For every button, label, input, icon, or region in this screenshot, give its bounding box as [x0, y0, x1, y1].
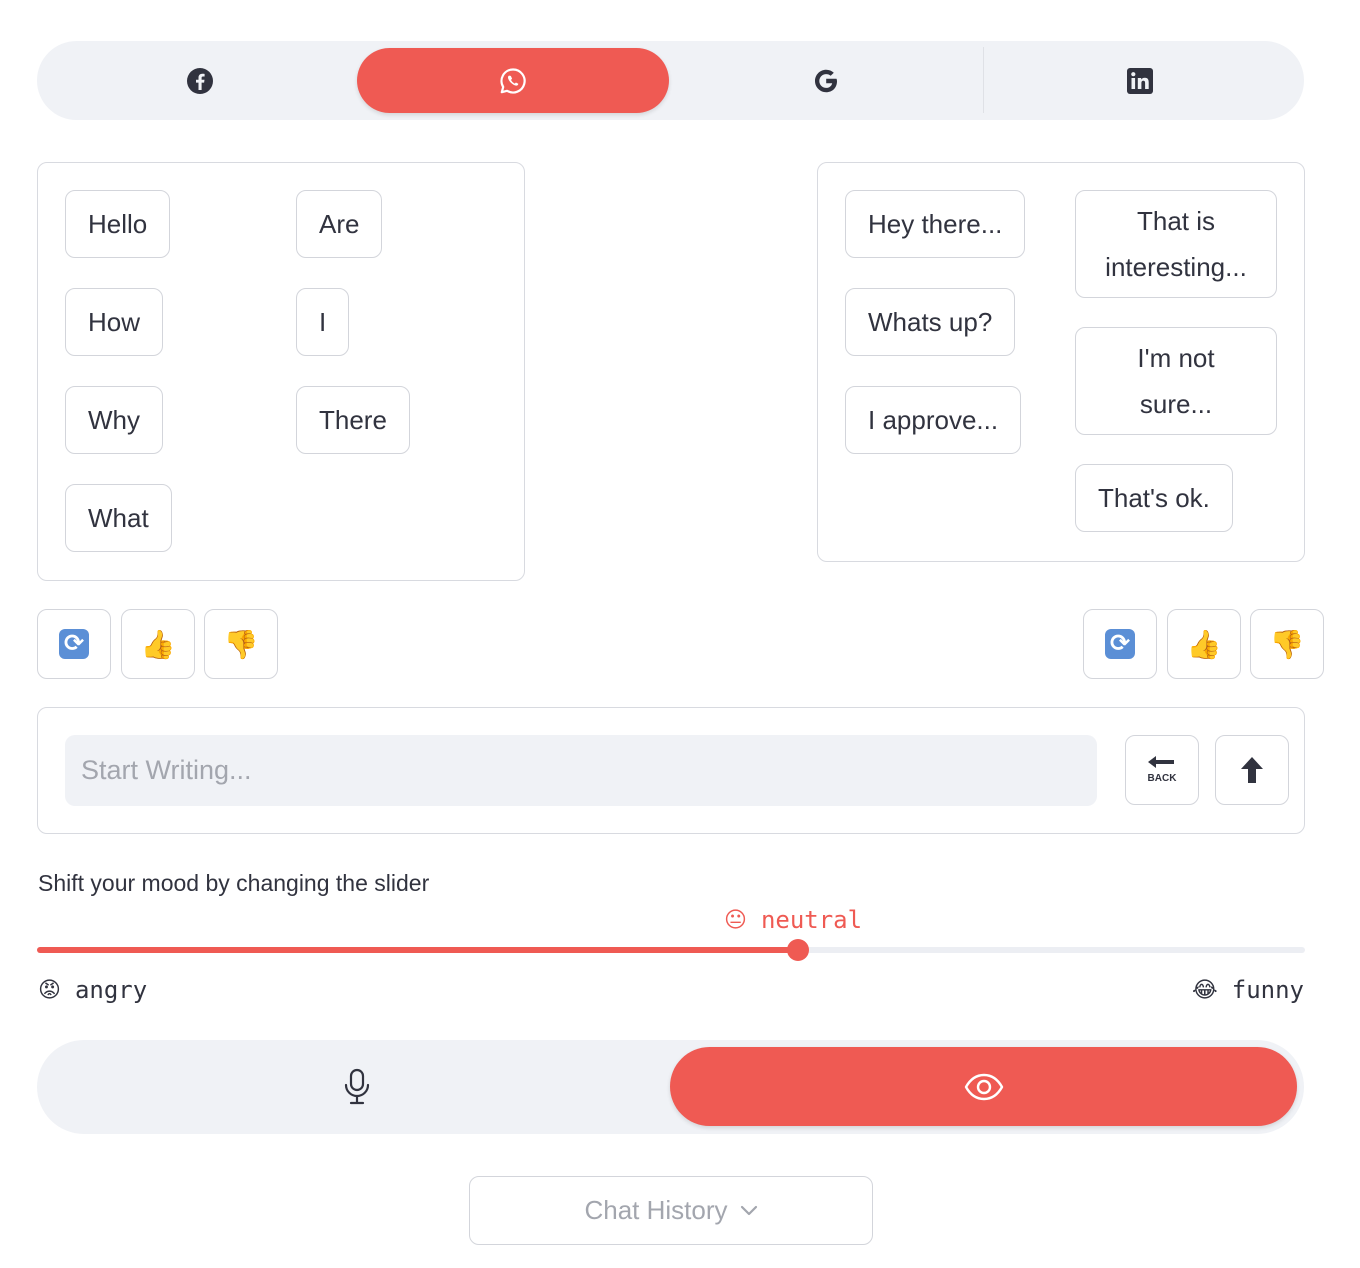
vision-mode-tab[interactable]	[670, 1047, 1297, 1126]
send-button[interactable]	[1215, 735, 1289, 805]
word-button[interactable]: There	[296, 386, 410, 454]
mood-max: 😂 funny	[1192, 976, 1304, 1004]
back-arrow-icon: BACK	[1148, 756, 1178, 784]
laughing-face-icon: 😂	[1192, 977, 1218, 1003]
phrase-button[interactable]: That's ok.	[1075, 464, 1233, 532]
thumbs-up-words-button[interactable]: 👍	[121, 609, 195, 679]
thumbs-down-icon: 👎	[223, 628, 259, 660]
message-input[interactable]	[65, 735, 1097, 806]
refresh-icon: ⟳	[59, 629, 89, 659]
thumbs-down-words-button[interactable]: 👎	[204, 609, 278, 679]
mood-current-label: neutral	[760, 906, 863, 934]
mood-slider-track[interactable]	[37, 939, 1305, 961]
voice-mode-tab[interactable]	[44, 1047, 670, 1126]
refresh-words-button[interactable]: ⟳	[37, 609, 111, 679]
whatsapp-tab[interactable]	[357, 48, 669, 113]
chat-history-label: Chat History	[584, 1195, 728, 1225]
word-button[interactable]: Are	[296, 190, 383, 258]
up-arrow-icon	[1241, 757, 1263, 783]
word-button[interactable]: What	[65, 484, 172, 552]
word-button[interactable]: Hello	[65, 190, 171, 258]
angry-face-icon: 😡	[38, 977, 61, 1003]
google-tab[interactable]	[670, 48, 982, 113]
mood-min-label: angry	[74, 976, 148, 1004]
platform-selector	[37, 41, 1304, 120]
thumbs-down-icon: 👎	[1269, 628, 1305, 660]
facebook-icon	[187, 67, 213, 94]
phrase-button[interactable]: Whats up?	[845, 288, 1016, 356]
thumbs-up-icon: 👍	[1186, 628, 1222, 660]
phrase-button[interactable]: Hey there...	[845, 190, 1026, 258]
google-icon	[815, 69, 837, 92]
back-label: BACK	[1148, 773, 1178, 784]
refresh-phrases-button[interactable]: ⟳	[1083, 609, 1157, 679]
mood-slider-thumb[interactable]	[786, 939, 809, 961]
neutral-face-icon: 😐	[724, 907, 747, 933]
thumbs-up-icon: 👍	[140, 628, 176, 660]
phrase-button[interactable]: I approve...	[845, 386, 1022, 454]
chevron-down-icon	[740, 1205, 757, 1215]
mood-min: 😡 angry	[38, 976, 147, 1004]
refresh-icon: ⟳	[1105, 629, 1135, 659]
thumbs-down-phrases-button[interactable]: 👎	[1250, 609, 1324, 679]
linkedin-icon	[1127, 67, 1153, 94]
facebook-tab[interactable]	[44, 48, 356, 113]
word-button[interactable]: Why	[65, 386, 163, 454]
microphone-icon	[344, 1068, 370, 1104]
chat-history-expander[interactable]: Chat History	[469, 1176, 873, 1245]
back-button[interactable]: BACK	[1125, 735, 1199, 805]
mood-slider-label: Shift your mood by changing the slider	[38, 870, 430, 896]
mode-selector	[37, 1040, 1304, 1134]
mood-current-value: 😐 neutral	[724, 906, 862, 934]
message-composer: BACK	[37, 707, 1305, 834]
phrase-button[interactable]: I'm not sure...	[1075, 327, 1277, 435]
phrase-button[interactable]: That is interesting...	[1075, 190, 1277, 298]
linkedin-tab[interactable]	[984, 48, 1296, 113]
word-button[interactable]: How	[65, 288, 164, 356]
eye-icon	[964, 1073, 1003, 1100]
mood-max-label: funny	[1231, 976, 1304, 1004]
word-suggestions-panel: Hello How Why What Are I There	[37, 162, 525, 581]
whatsapp-icon	[500, 67, 526, 94]
thumbs-up-phrases-button[interactable]: 👍	[1167, 609, 1241, 679]
word-button[interactable]: I	[296, 288, 350, 356]
phrase-suggestions-panel: Hey there... Whats up? I approve... That…	[817, 162, 1305, 562]
mood-slider-fill	[37, 947, 798, 953]
